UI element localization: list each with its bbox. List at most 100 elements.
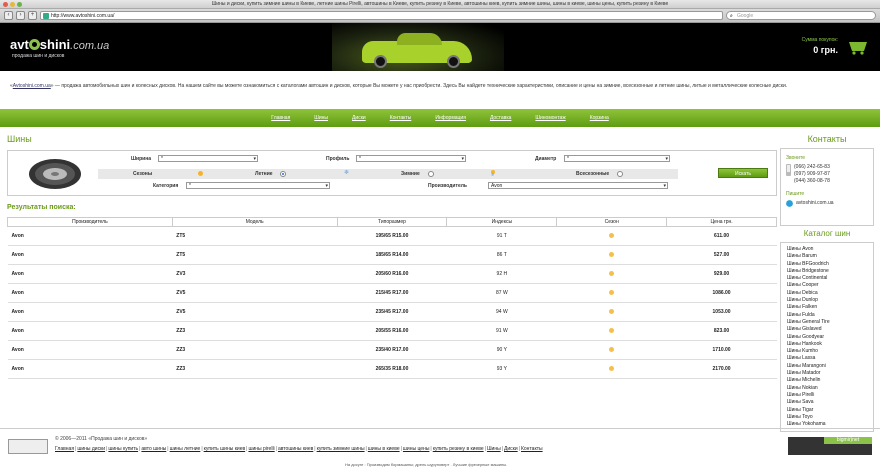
- footer-link[interactable]: шины диски: [77, 446, 105, 452]
- summer-sun-icon: [609, 308, 615, 314]
- catalog-item[interactable]: Шины Lassa: [787, 355, 867, 362]
- browser-search-input[interactable]: ⌕ Google: [726, 11, 876, 20]
- catalog-item[interactable]: Шины Continental: [787, 275, 867, 282]
- catalog-item[interactable]: Шины Gislaved: [787, 326, 867, 333]
- visit-counter-badge[interactable]: [8, 439, 48, 454]
- search-placeholder: Google: [737, 13, 754, 19]
- footer-tagline: На досуге : Производим бормашины; дрель …: [345, 462, 508, 467]
- table-row[interactable]: Avon ZZ3 205/55 R16.00 91 W 823.00: [7, 321, 777, 341]
- catalog-item[interactable]: Шины Cooper: [787, 282, 867, 289]
- car-wheel-icon: [374, 55, 387, 68]
- profile-select[interactable]: *: [356, 155, 466, 162]
- zoom-window-icon[interactable]: [17, 2, 22, 7]
- catalog-item[interactable]: Шины General Tire: [787, 319, 867, 326]
- nav-wheels[interactable]: Диски: [340, 115, 378, 121]
- footer-link[interactable]: купить резину в киеве: [433, 446, 484, 452]
- cell-size: 235/45 R17.00: [337, 302, 447, 322]
- footer-link[interactable]: шины летние: [170, 446, 201, 452]
- catalog-item[interactable]: Шины Marangoni: [787, 363, 867, 370]
- shopping-cart-icon[interactable]: [848, 39, 868, 55]
- footer-links: Главная|шины диски|шины купить|авто шины…: [55, 446, 543, 452]
- search-icon: ⌕: [730, 13, 733, 19]
- window-controls[interactable]: [3, 2, 22, 7]
- table-row[interactable]: Avon ZV3 205/60 R16.00 92 H 929.00: [7, 264, 777, 284]
- table-row[interactable]: Avon ZT5 195/65 R15.00 91 T 611.00: [7, 226, 777, 246]
- catalog-item[interactable]: Шины Dunlop: [787, 297, 867, 304]
- footer-link[interactable]: авто шины: [141, 446, 166, 452]
- catalog-item[interactable]: Шины Kumho: [787, 348, 867, 355]
- table-row[interactable]: Avon ZV5 235/45 R17.00 94 W 1053.00: [7, 302, 777, 322]
- footer-link[interactable]: шины pirelli: [248, 446, 274, 452]
- nav-contacts[interactable]: Контакты: [378, 115, 424, 121]
- nav-cart[interactable]: Корзина: [578, 115, 621, 121]
- footer-link[interactable]: Контакты: [521, 446, 543, 452]
- diameter-select[interactable]: *: [564, 155, 670, 162]
- catalog-item[interactable]: Шины Pirelli: [787, 392, 867, 399]
- catalog-item[interactable]: Шины Nokian: [787, 385, 867, 392]
- nav-info[interactable]: Информация: [423, 115, 478, 121]
- table-row[interactable]: Avon ZV5 215/45 R17.00 87 W 1086.00: [7, 283, 777, 303]
- cart-sum: 0 грн.: [813, 45, 838, 55]
- manufacturer-select[interactable]: Avon: [488, 182, 668, 189]
- footer-link[interactable]: шины цены: [403, 446, 430, 452]
- winter-label: Зимние: [401, 171, 420, 177]
- catalog-item[interactable]: Шины Debica: [787, 290, 867, 297]
- cart-summary[interactable]: Сумма покупок: 0 грн.: [802, 37, 838, 55]
- category-select[interactable]: *: [186, 182, 330, 189]
- summer-radio[interactable]: [280, 171, 286, 177]
- cell-index: 86 T: [446, 245, 557, 265]
- catalog-item[interactable]: Шины Barum: [787, 253, 867, 260]
- cell-index: 87 W: [446, 283, 557, 303]
- catalog-item[interactable]: Шины Tigar: [787, 407, 867, 414]
- back-icon[interactable]: ‹: [4, 11, 13, 20]
- address-bar[interactable]: http://www.avtoshini.com.ua/: [40, 11, 723, 20]
- nav-delivery[interactable]: Доставка: [478, 115, 523, 121]
- close-window-icon[interactable]: [3, 2, 8, 7]
- catalog-item[interactable]: Шины Hankook: [787, 341, 867, 348]
- footer-link[interactable]: купить зимние шины: [317, 446, 365, 452]
- allseason-radio[interactable]: [617, 171, 623, 177]
- search-button[interactable]: Искать: [718, 168, 768, 178]
- col-season: Сезон: [556, 217, 668, 227]
- results-table: Производитель Модель Типоразмер Индексы …: [7, 217, 777, 379]
- table-row[interactable]: Avon ZZ3 235/40 R17.00 90 Y 1710.00: [7, 340, 777, 360]
- catalog-item[interactable]: Шины BFGoodrich: [787, 261, 867, 268]
- forward-icon[interactable]: ›: [16, 11, 25, 20]
- bigmir-label: bigmir)net: [824, 437, 872, 444]
- footer-link[interactable]: шины купить: [108, 446, 138, 452]
- catalog-item[interactable]: Шины Fulda: [787, 312, 867, 319]
- catalog-item[interactable]: Шины Sava: [787, 399, 867, 406]
- footer-link[interactable]: Диски: [504, 446, 518, 452]
- summer-sun-icon: [609, 270, 615, 276]
- table-row[interactable]: Avon ZT5 185/65 R14.00 86 T 527.00: [7, 245, 777, 265]
- nav-tire-fitting[interactable]: Шиномонтаж: [523, 115, 577, 121]
- intro-site-link[interactable]: Avtoshini.com.ua: [13, 83, 51, 89]
- nav-tires[interactable]: Шины: [302, 115, 340, 121]
- contact-email[interactable]: avtoshini.com.ua: [796, 200, 834, 207]
- footer-link[interactable]: автошины киев: [278, 446, 313, 452]
- add-bookmark-icon[interactable]: +: [28, 11, 37, 20]
- table-row[interactable]: Avon ZZ3 265/35 R18.00 93 Y 2170.00: [7, 359, 777, 379]
- winter-radio[interactable]: [428, 171, 434, 177]
- catalog-item[interactable]: Шины Falken: [787, 304, 867, 311]
- catalog-item[interactable]: Шины Matador: [787, 370, 867, 377]
- catalog-item[interactable]: Шины Toyo: [787, 414, 867, 421]
- catalog-item[interactable]: Шины Bridgestone: [787, 268, 867, 275]
- nav-home[interactable]: Главная: [259, 115, 302, 121]
- skype-icon: [786, 200, 793, 207]
- catalog-item[interactable]: Шины Avon: [787, 246, 867, 253]
- cell-index: 94 W: [446, 302, 557, 322]
- catalog-item[interactable]: Шины Goodyear: [787, 334, 867, 341]
- seasons-label: Сезоны: [133, 171, 153, 177]
- cell-season: [556, 321, 667, 341]
- catalog-item[interactable]: Шины Michelin: [787, 377, 867, 384]
- summer-sun-icon: [609, 327, 615, 333]
- bigmir-counter-badge[interactable]: bigmir)net: [788, 437, 872, 455]
- width-select[interactable]: *: [158, 155, 258, 162]
- site-logo[interactable]: avt shini.com.ua: [10, 37, 109, 52]
- footer-link[interactable]: Главная: [55, 446, 74, 452]
- footer-link[interactable]: Шины: [487, 446, 501, 452]
- footer-link[interactable]: купить шины киев: [204, 446, 246, 452]
- minimize-window-icon[interactable]: [10, 2, 15, 7]
- footer-link[interactable]: шины в киеве: [368, 446, 400, 452]
